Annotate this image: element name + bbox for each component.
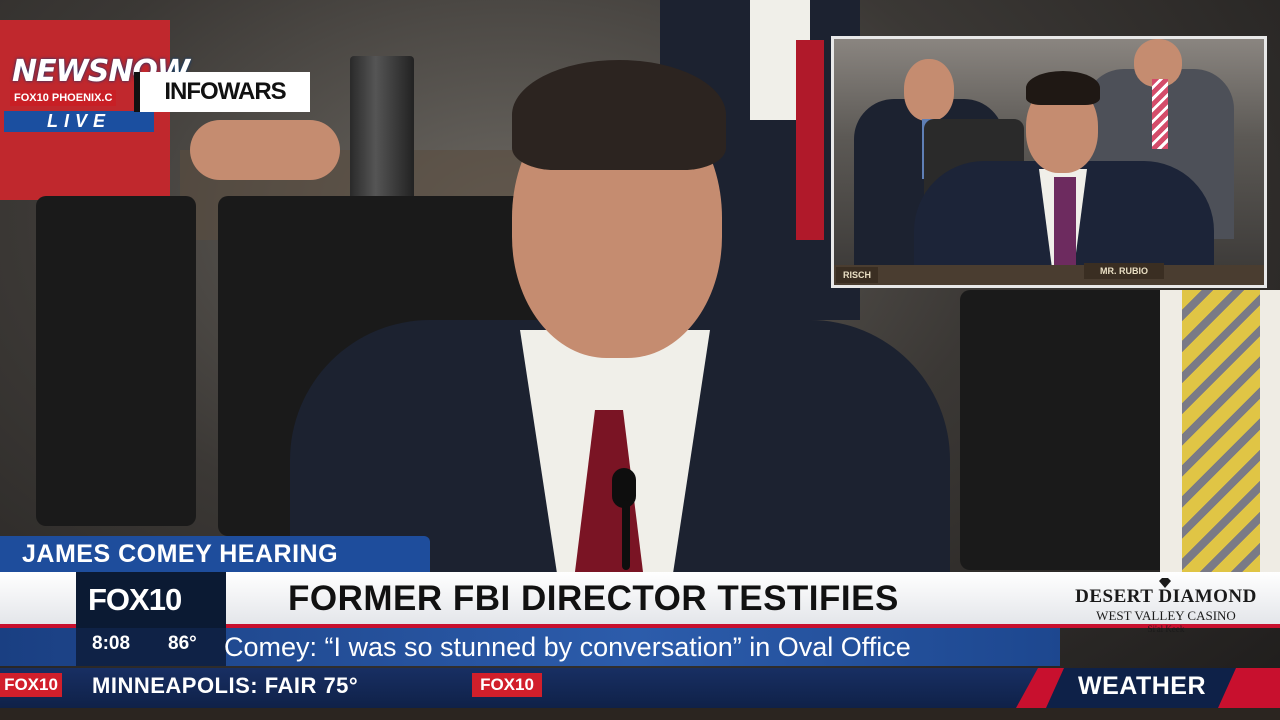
fox10-phoenix-logo: FOX10 PHOENIX.C: [10, 90, 117, 106]
pip-nameplate: MR. RUBIO: [1084, 263, 1164, 279]
microphone-stem: [622, 500, 630, 570]
quote-text: Comey: “I was so stunned by conversation…: [224, 632, 911, 662]
temperature: 86°: [168, 633, 197, 654]
hearing-tag: JAMES COMEY HEARING: [0, 536, 430, 572]
hearing-tag-label: JAMES COMEY HEARING: [22, 540, 339, 568]
fox10-station-box: FOX10: [76, 572, 226, 628]
infowars-logo: INFOWARS: [134, 72, 310, 112]
weather-segment-label: WEATHER: [1078, 672, 1207, 700]
bottom-desk-strip: [0, 708, 1280, 720]
background-man-right: [1160, 290, 1280, 580]
sponsor-subtitle: WEST VALLEY CASINO: [1096, 608, 1236, 623]
sponsor-tagline: Si'al Keek: [1147, 624, 1185, 634]
headline-text: FORMER FBI DIRECTOR TESTIFIES: [288, 579, 899, 618]
ticker-fox10-logo: FOX10: [0, 673, 62, 697]
sponsor-name: DESERT DIAMOND: [1075, 586, 1257, 607]
clock-time: 8:08: [92, 633, 131, 654]
sponsor-logo: DESERT DIAMOND WEST VALLEY CASINO Si'al …: [1064, 578, 1268, 656]
pip-nameplate-left: RISCH: [836, 267, 878, 283]
pip-desk: [834, 265, 1264, 285]
ticker-fox10-logo-mid: FOX10: [472, 673, 542, 697]
fox10-station-logo: FOX10: [88, 582, 182, 617]
chair-left: [36, 196, 196, 526]
picture-in-picture: RISCH MR. RUBIO: [831, 36, 1267, 288]
chair-right: [960, 290, 1190, 570]
ticker-weather-item: MINNEAPOLIS: FAIR 75°: [92, 673, 359, 698]
live-badge: LIVE: [4, 111, 154, 132]
pip-speaker: [914, 61, 1214, 285]
